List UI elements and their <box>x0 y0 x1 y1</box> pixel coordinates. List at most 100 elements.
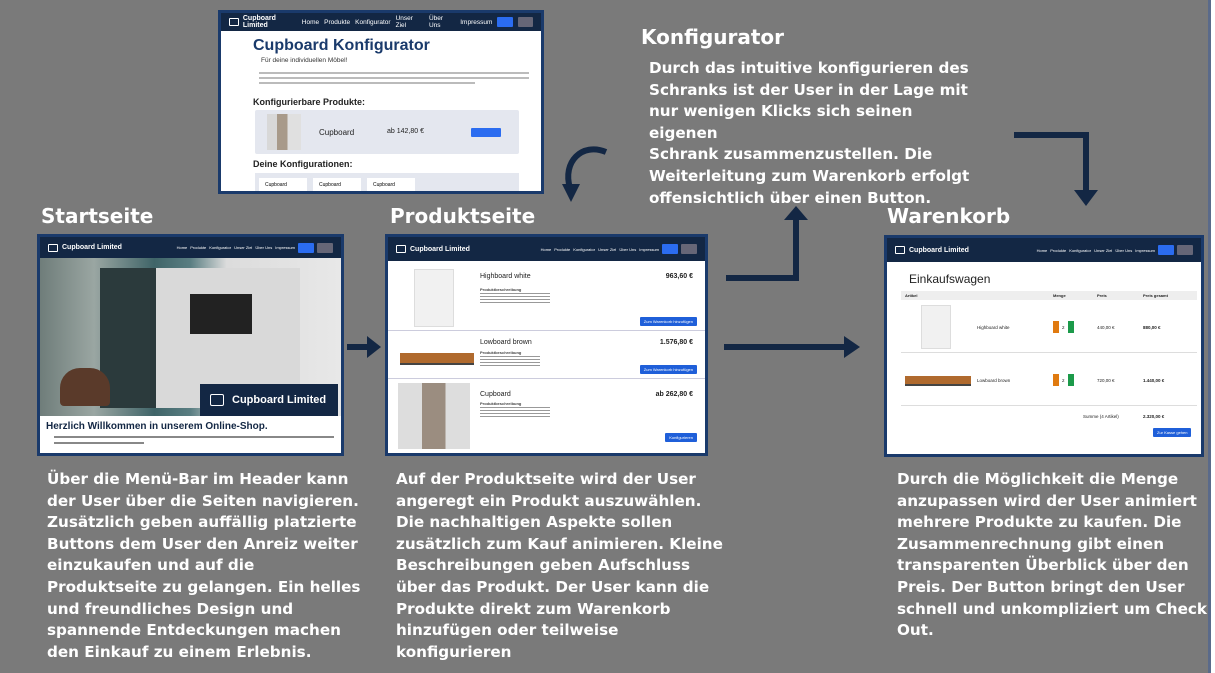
brand-name: Cupboard Limited <box>410 245 470 253</box>
nav-link-impressum[interactable]: Impressum <box>1135 248 1155 253</box>
col-menge: Menge <box>1053 293 1066 298</box>
nav-link-ueber-uns[interactable]: Über Uns <box>619 247 636 252</box>
configure-button[interactable] <box>471 128 501 137</box>
cupboard-logo-icon <box>895 246 905 254</box>
konfigurator-title: Cupboard Konfigurator <box>253 37 430 54</box>
brand-name: Cupboard Limited <box>242 15 276 29</box>
cart-table-header: Artikel Menge Preis Preis gesamt <box>901 291 1197 300</box>
cart-title: Einkaufswagen <box>909 272 991 286</box>
cart-button[interactable] <box>662 244 678 254</box>
product-desc-lines <box>480 356 540 366</box>
product-price: ab 262,80 € <box>655 391 693 398</box>
qty-plus-button[interactable] <box>1068 321 1074 333</box>
search-button[interactable] <box>681 244 697 254</box>
nav-bar: Cupboard Limited Home Produkte Konfigura… <box>887 238 1201 262</box>
nav-link-home[interactable]: Home <box>541 247 552 252</box>
cupboard-logo-icon <box>229 18 239 26</box>
brand-name: Cupboard Limited <box>62 244 122 251</box>
qty-value[interactable]: 2 <box>1062 325 1065 330</box>
checkout-button[interactable]: Zur Kasse gehen <box>1153 428 1192 437</box>
qty-minus-button[interactable] <box>1053 321 1059 333</box>
cart-row: Highboard white 2 440,00 € 880,00 € <box>901 301 1197 353</box>
nav-bar: Cupboard Limited Home Produkte Konfigura… <box>40 237 341 258</box>
cart-row: Lowboard brown 2 720,00 € 1.440,00 € <box>901 354 1197 406</box>
cupboard-logo-icon <box>210 394 224 406</box>
nav-link-unser-ziel[interactable]: Unser Ziel <box>598 247 616 252</box>
add-to-cart-button[interactable]: Zum Warenkorb hinzufügen <box>639 365 697 374</box>
arrow-start-to-produkt <box>347 336 381 358</box>
arrow-produkt-to-warenkorb <box>724 336 860 358</box>
highboard-image <box>921 305 951 349</box>
text-konfigurator: Durch das intuitive konfigurieren des Sc… <box>649 59 970 207</box>
nav-link-unser-ziel[interactable]: Unser Ziel <box>234 245 252 250</box>
nav-link-impressum[interactable]: Impressum <box>460 19 492 26</box>
nav-link-konfigurator[interactable]: Konfigurator <box>573 247 595 252</box>
nav-link-ueber-uns[interactable]: Über Uns <box>255 245 272 250</box>
highboard-image <box>414 269 454 327</box>
section-my-configs: Deine Konfigurationen: <box>253 159 353 169</box>
nav-link-home[interactable]: Home <box>302 19 319 26</box>
nav-link-ueber-uns[interactable]: Über Uns <box>429 15 455 29</box>
add-to-cart-button[interactable]: Zum Warenkorb hinzufügen <box>639 317 697 326</box>
intro-lines <box>259 70 529 87</box>
config-card[interactable]: Cupboard <box>313 178 361 191</box>
cart-button[interactable] <box>1158 245 1174 255</box>
welcome-panel: Herzlich Willkommen in unserem Online-Sh… <box>40 416 341 453</box>
nav-link-konfigurator[interactable]: Konfigurator <box>209 245 231 250</box>
arrow-curved-to-produkt <box>562 146 608 202</box>
brand-name: Cupboard Limited <box>909 246 969 254</box>
lowboard-image <box>400 353 474 365</box>
produktseite-screenshot: Cupboard Limited Home Produkte Konfigura… <box>385 234 708 456</box>
nav-link-unser-ziel[interactable]: Unser Ziel <box>1094 248 1112 253</box>
nav-link-home[interactable]: Home <box>177 245 188 250</box>
nav-link-impressum[interactable]: Impressum <box>275 245 295 250</box>
product-desc-lines <box>480 293 550 303</box>
product-row: Lowboard brown 1.576,80 € Produktbeschre… <box>388 333 705 379</box>
search-button[interactable] <box>317 242 333 253</box>
item-name: Lowboard brown <box>977 378 1011 383</box>
item-total: 1.440,00 € <box>1143 378 1165 383</box>
text-startseite: Über die Menü-Bar im Header kann der Use… <box>47 470 361 661</box>
heading-startseite: Startseite <box>41 204 154 228</box>
config-card[interactable]: Cupboard <box>259 178 307 191</box>
startseite-screenshot: Cupboard Limited Home Produkte Konfigura… <box>37 234 344 456</box>
nav-link-impressum[interactable]: Impressum <box>639 247 659 252</box>
arrow-produkt-to-konfigurator <box>726 206 808 281</box>
nav-link-ueber-uns[interactable]: Über Uns <box>1115 248 1132 253</box>
section-configurable: Konfigurierbare Produkte: <box>253 97 366 107</box>
overlay-brand: Cupboard Limited <box>232 394 327 406</box>
config-card[interactable]: Cupboard <box>367 178 415 191</box>
qty-value[interactable]: 2 <box>1062 378 1065 383</box>
welcome-text-line <box>54 442 144 444</box>
nav-link-konfigurator[interactable]: Konfigurator <box>355 19 390 26</box>
configure-button[interactable]: Konfigurieren <box>665 433 697 442</box>
nav-link-produkte[interactable]: Produkte <box>554 247 570 252</box>
cupboard-logo-icon <box>396 245 406 253</box>
search-button[interactable] <box>517 17 534 27</box>
product-name: Lowboard brown <box>480 339 532 346</box>
cart-button[interactable] <box>497 17 513 27</box>
welcome-text-line <box>54 436 334 438</box>
qty-plus-button[interactable] <box>1068 374 1074 386</box>
sum-value: 2.320,00 € <box>1143 414 1165 419</box>
search-button[interactable] <box>1177 245 1193 255</box>
nav-link-produkte[interactable]: Produkte <box>324 19 350 26</box>
cart-button[interactable] <box>298 242 314 253</box>
heading-konfigurator: Konfigurator <box>641 25 785 49</box>
nav-link-produkte[interactable]: Produkte <box>190 245 206 250</box>
col-preis-gesamt: Preis gesamt <box>1143 293 1168 298</box>
nav-link-home[interactable]: Home <box>1037 248 1048 253</box>
sum-label: Summe (4 Artikel) <box>1083 414 1119 419</box>
konfigurator-subtitle: Für deine individuellen Möbel! <box>261 57 348 64</box>
nav-link-unser-ziel[interactable]: Unser Ziel <box>396 15 424 29</box>
nav-link-konfigurator[interactable]: Konfigurator <box>1069 248 1091 253</box>
qty-minus-button[interactable] <box>1053 374 1059 386</box>
product-price: 963,60 € <box>665 273 693 280</box>
armchair-shape <box>60 368 110 406</box>
nav-bar: Cupboard Limited Home Produkte Konfigura… <box>388 237 705 261</box>
product-price: ab 142,80 € <box>387 128 424 135</box>
nav-link-produkte[interactable]: Produkte <box>1050 248 1066 253</box>
lowboard-image <box>905 376 971 386</box>
product-row: Cupboard ab 262,80 € Produktbeschreibung… <box>388 381 705 453</box>
item-total: 880,00 € <box>1143 325 1161 330</box>
